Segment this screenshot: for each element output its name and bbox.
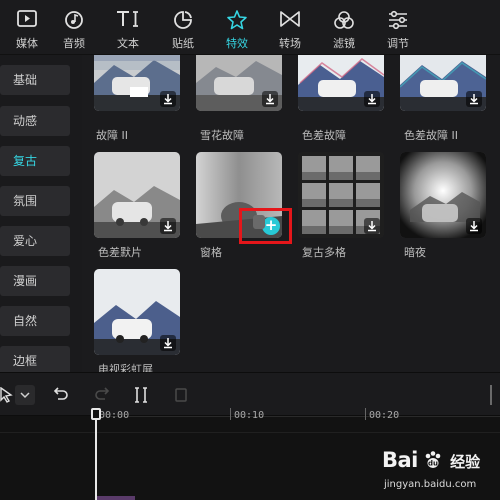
toolbar-label: 转场 bbox=[279, 37, 301, 50]
timeline-tick: 00:20 bbox=[369, 410, 400, 421]
toolbar-label: 调节 bbox=[387, 37, 409, 50]
toolbar-edge-icon bbox=[490, 385, 500, 405]
sidebar-item-love[interactable]: 爱心 bbox=[0, 226, 70, 256]
effect-card-chroma-glitch-ii[interactable] bbox=[400, 55, 486, 111]
watermark-brand: Bai bbox=[382, 448, 418, 472]
effect-label: 窗格 bbox=[200, 246, 222, 259]
download-icon[interactable] bbox=[364, 91, 380, 107]
select-cursor-icon[interactable] bbox=[0, 387, 14, 403]
adjust-icon bbox=[389, 10, 407, 30]
filter-icon bbox=[334, 11, 354, 29]
toolbar-item-transition[interactable]: 转场 bbox=[263, 0, 317, 55]
sidebar-item-border[interactable]: 边框 bbox=[0, 346, 70, 372]
playhead[interactable] bbox=[95, 410, 97, 500]
sidebar-item-comic[interactable]: 漫画 bbox=[0, 266, 70, 296]
toolbar-label: 音频 bbox=[63, 37, 85, 50]
timeline-tick-mark bbox=[230, 408, 231, 420]
effect-label: 雪花故障 bbox=[200, 129, 244, 142]
text-icon bbox=[117, 11, 138, 27]
effect-card-dark-night[interactable] bbox=[400, 152, 486, 238]
watermark-suffix: 经验 bbox=[450, 453, 481, 471]
timeline-clip[interactable] bbox=[95, 496, 135, 500]
download-icon[interactable] bbox=[466, 218, 482, 234]
effects-grid: 故障 II 雪花故障 色差故障 色差故障 II 色差默片 窗格 复古多格 暗夜 … bbox=[82, 55, 500, 372]
effect-card-tv-rainbow[interactable] bbox=[94, 269, 180, 355]
download-icon[interactable] bbox=[160, 91, 176, 107]
audio-icon bbox=[65, 11, 83, 29]
download-icon[interactable] bbox=[262, 91, 278, 107]
toolbar-label: 文本 bbox=[117, 37, 139, 50]
sidebar-item-dynamic[interactable]: 动感 bbox=[0, 106, 70, 136]
effect-label: 色差故障 bbox=[302, 129, 346, 142]
effect-card-chroma-silent[interactable] bbox=[94, 152, 180, 238]
download-icon[interactable] bbox=[160, 218, 176, 234]
cursor-mode-dropdown[interactable] bbox=[15, 385, 35, 405]
toolbar-label: 滤镜 bbox=[333, 37, 355, 50]
toolbar-item-media[interactable]: 媒体 bbox=[0, 0, 54, 55]
sticker-icon bbox=[174, 11, 192, 29]
sidebar-item-retro[interactable]: 复古 bbox=[0, 146, 70, 176]
effect-card-snow-glitch[interactable] bbox=[196, 55, 282, 111]
media-icon bbox=[17, 10, 37, 27]
toolbar-item-text[interactable]: 文本 bbox=[101, 0, 155, 55]
effects-icon bbox=[227, 10, 247, 30]
timeline-tick: 00:00 bbox=[99, 410, 130, 421]
toolbar-item-filter[interactable]: 滤镜 bbox=[317, 0, 371, 55]
delete-icon[interactable] bbox=[174, 387, 188, 403]
playhead-handle[interactable] bbox=[91, 408, 101, 420]
timeline-tick-mark bbox=[365, 408, 366, 420]
effect-label: 复古多格 bbox=[302, 246, 346, 259]
top-toolbar: 媒体 音频 文本 贴纸 特效 转场 滤镜 调节 bbox=[0, 0, 500, 55]
effect-card-retro-multi-grid[interactable] bbox=[298, 152, 384, 238]
effect-label: 电视彩虹屏 bbox=[98, 363, 153, 372]
toolbar-item-audio[interactable]: 音频 bbox=[47, 0, 101, 55]
split-icon[interactable] bbox=[134, 386, 148, 404]
undo-icon[interactable] bbox=[52, 387, 70, 403]
transition-icon bbox=[280, 11, 300, 27]
effect-label: 暗夜 bbox=[404, 246, 426, 259]
toolbar-label: 特效 bbox=[226, 37, 248, 50]
paw-icon: du bbox=[425, 451, 441, 468]
effect-card-glitch-ii[interactable] bbox=[94, 55, 180, 111]
sidebar-item-basic[interactable]: 基础 bbox=[0, 65, 70, 95]
toolbar-label: 媒体 bbox=[16, 37, 38, 50]
sidebar-item-nature[interactable]: 自然 bbox=[0, 306, 70, 336]
svg-text:du: du bbox=[428, 460, 438, 468]
effect-label: 色差故障 II bbox=[404, 129, 458, 142]
download-icon[interactable] bbox=[466, 91, 482, 107]
effect-label: 故障 II bbox=[96, 129, 128, 142]
baidu-watermark: Bai du 经验 jingyan.baidu.com bbox=[382, 448, 481, 490]
redo-icon[interactable] bbox=[93, 387, 111, 403]
toolbar-item-adjust[interactable]: 调节 bbox=[371, 0, 425, 55]
toolbar-label: 贴纸 bbox=[172, 37, 194, 50]
chevron-down-icon bbox=[20, 392, 30, 399]
effects-category-sidebar: 基础 动感 复古 氛围 爱心 漫画 自然 边框 bbox=[0, 55, 82, 372]
cursor-hand-icon bbox=[253, 215, 265, 229]
timeline-divider bbox=[0, 432, 500, 433]
toolbar-item-sticker[interactable]: 贴纸 bbox=[156, 0, 210, 55]
effect-label: 色差默片 bbox=[98, 246, 142, 259]
timeline-ruler bbox=[95, 416, 500, 424]
download-icon[interactable] bbox=[364, 218, 380, 234]
sidebar-item-atmosphere[interactable]: 氛围 bbox=[0, 186, 70, 216]
timeline-tick: 00:10 bbox=[234, 410, 265, 421]
watermark-url: jingyan.baidu.com bbox=[384, 479, 477, 490]
effect-card-chroma-glitch[interactable] bbox=[298, 55, 384, 111]
download-icon[interactable] bbox=[160, 335, 176, 351]
toolbar-item-effects[interactable]: 特效 bbox=[210, 0, 264, 55]
